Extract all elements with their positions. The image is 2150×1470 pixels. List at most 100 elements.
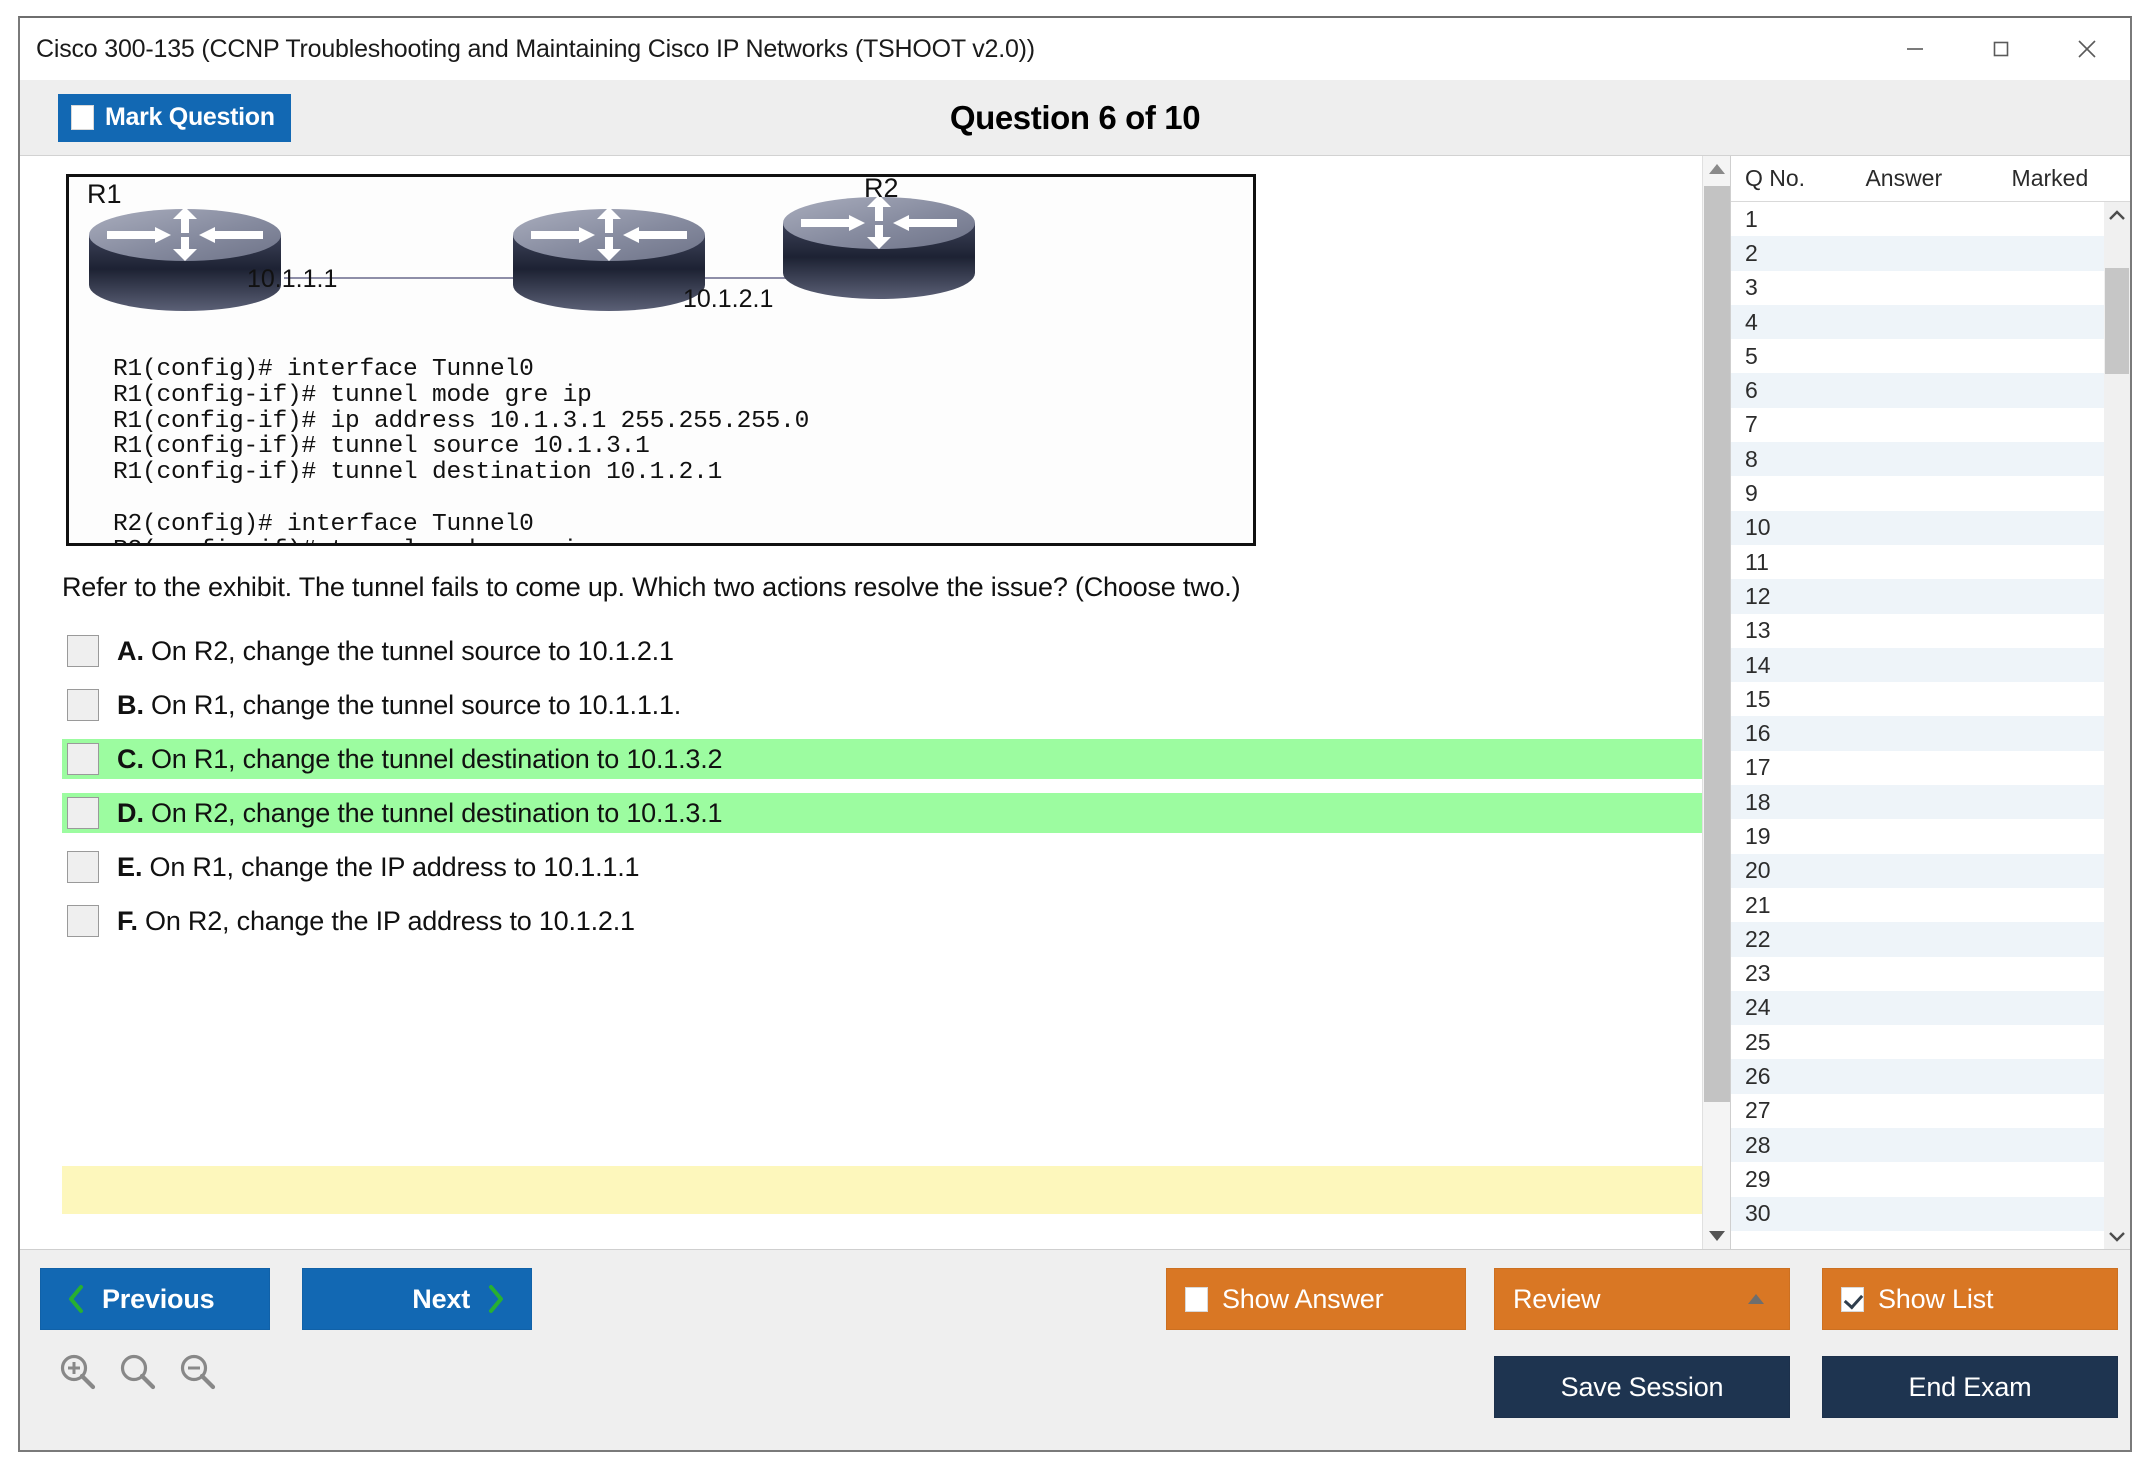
show-answer-checkbox[interactable] [1185, 1286, 1208, 1312]
config-r1-text: R1(config)# interface Tunnel0 R1(config-… [113, 356, 810, 487]
show-list-checkbox[interactable] [1841, 1286, 1864, 1312]
answer-option-text: On R1, change the tunnel source to 10.1.… [151, 689, 682, 720]
body-area: R1 R2 10.1.1.1 10.1.2.1 R1(config)# inte… [20, 156, 2130, 1250]
question-list-qno: 25 [1745, 1028, 1771, 1055]
answer-option-b[interactable]: B. On R1, change the tunnel source to 10.… [62, 685, 1702, 725]
list-scrollbar-thumb[interactable] [2105, 268, 2129, 374]
answer-option-checkbox[interactable] [67, 689, 99, 721]
zoom-reset-icon[interactable] [116, 1350, 160, 1399]
chevron-right-icon [486, 1284, 506, 1314]
config-r2-text: R2(config)# interface Tunnel0 R2(config-… [113, 510, 592, 543]
question-list-row[interactable]: 2 [1731, 236, 2104, 271]
router-r1-label: R1 [87, 179, 122, 209]
question-list-row[interactable]: 9 [1731, 476, 2104, 511]
answer-option-letter: C. [117, 743, 144, 774]
answer-option-checkbox[interactable] [67, 797, 99, 829]
question-list-row[interactable]: 12 [1731, 579, 2104, 614]
question-list-row[interactable]: 4 [1731, 304, 2104, 340]
minimize-button[interactable] [1872, 18, 1958, 80]
question-list-row[interactable]: 6 [1731, 373, 2104, 408]
interface-label-1: 10.1.1.1 [247, 265, 338, 293]
scroll-up-button[interactable] [1703, 156, 1731, 182]
question-list-row[interactable]: 15 [1731, 682, 2104, 717]
show-answer-button[interactable]: Show Answer [1166, 1268, 1466, 1330]
close-button[interactable] [2044, 18, 2130, 80]
list-scroll-down-button[interactable] [2103, 1223, 2130, 1249]
question-list-header: Q No. Answer Marked [1731, 156, 2130, 202]
scrollbar-track[interactable] [1703, 182, 1731, 1223]
exhibit-config-text: R1(config)# interface Tunnel0 R1(config-… [113, 356, 810, 543]
answer-option-checkbox[interactable] [67, 851, 99, 883]
question-list-row[interactable]: 14 [1731, 647, 2104, 683]
review-label: Review [1513, 1283, 1601, 1314]
question-list-row[interactable]: 13 [1731, 613, 2104, 648]
mark-question-button[interactable]: Mark Question [58, 93, 291, 142]
question-list-row[interactable]: 3 [1731, 270, 2104, 305]
question-list-qno: 20 [1745, 857, 1771, 884]
previous-button[interactable]: Previous [40, 1268, 270, 1330]
maximize-button[interactable] [1958, 18, 2044, 80]
question-list-row[interactable]: 10 [1731, 510, 2104, 545]
question-list-row[interactable]: 21 [1731, 887, 2104, 923]
answer-option-checkbox[interactable] [67, 635, 99, 667]
question-list-row[interactable]: 20 [1731, 853, 2104, 888]
answer-option-c[interactable]: C. On R1, change the tunnel destination t… [62, 739, 1702, 779]
question-list-row[interactable]: 27 [1731, 1093, 2104, 1129]
question-list-qno: 5 [1745, 342, 1758, 369]
question-list-qno: 24 [1745, 994, 1771, 1021]
mark-question-label: Mark Question [105, 103, 275, 131]
list-scroll-up-button[interactable] [2103, 202, 2130, 228]
scrollbar-thumb[interactable] [1703, 186, 1730, 1103]
question-list-row[interactable]: 24 [1731, 990, 2104, 1026]
question-list-row[interactable]: 19 [1731, 819, 2104, 854]
answer-option-text: On R2, change the tunnel destination to … [151, 797, 723, 828]
answer-option-e[interactable]: E. On R1, change the IP address to 10.1.1… [62, 847, 1702, 887]
question-list-row[interactable]: 17 [1731, 750, 2104, 786]
mark-question-checkbox[interactable] [71, 105, 94, 130]
question-list-row[interactable]: 5 [1731, 339, 2104, 374]
question-list-row[interactable]: 1 [1731, 202, 2104, 237]
show-list-button[interactable]: Show List [1822, 1268, 2118, 1330]
question-list-qno: 10 [1745, 514, 1771, 541]
question-list-row[interactable]: 22 [1731, 922, 2104, 957]
question-panel-scrollbar[interactable] [1702, 156, 1730, 1249]
question-list-scrollbar[interactable] [2104, 202, 2130, 1249]
question-list-row[interactable]: 23 [1731, 956, 2104, 991]
answer-option-d[interactable]: D. On R2, change the tunnel destination t… [62, 793, 1702, 833]
question-list-qno: 19 [1745, 822, 1771, 849]
zoom-out-icon[interactable] [176, 1350, 220, 1399]
list-scrollbar-track[interactable] [2104, 228, 2130, 1223]
chevron-left-icon [66, 1284, 86, 1314]
question-list-row[interactable]: 29 [1731, 1162, 2104, 1197]
question-list-qno: 17 [1745, 754, 1771, 781]
scroll-down-button[interactable] [1703, 1223, 1731, 1249]
answer-option-text: On R1, change the tunnel destination to … [151, 743, 723, 774]
question-list-row[interactable]: 26 [1731, 1059, 2104, 1094]
answer-option-a[interactable]: A. On R2, change the tunnel source to 10.… [62, 631, 1702, 671]
question-list-row[interactable]: 25 [1731, 1025, 2104, 1060]
next-button[interactable]: Next [302, 1268, 532, 1330]
question-list-qno: 21 [1745, 891, 1771, 918]
answer-option-checkbox[interactable] [67, 905, 99, 937]
answer-option-checkbox[interactable] [67, 743, 99, 775]
question-list-qno: 26 [1745, 1063, 1771, 1090]
review-button[interactable]: Review [1494, 1268, 1790, 1330]
question-list-row[interactable]: 30 [1731, 1196, 2104, 1231]
router-r2-label: R2 [864, 174, 899, 203]
question-list-row[interactable]: 11 [1731, 544, 2104, 580]
zoom-in-icon[interactable] [56, 1350, 100, 1399]
question-list-qno: 4 [1745, 308, 1758, 335]
answer-option-letter: A. [117, 635, 144, 666]
question-list-row[interactable]: 7 [1731, 407, 2104, 443]
end-exam-button[interactable]: End Exam [1822, 1356, 2118, 1418]
question-list-qno: 29 [1745, 1165, 1771, 1192]
question-list-qno: 18 [1745, 788, 1771, 815]
question-list-row[interactable]: 18 [1731, 785, 2104, 820]
question-list-qno: 3 [1745, 274, 1758, 301]
question-list-qno: 27 [1745, 1097, 1771, 1124]
answer-option-f[interactable]: F. On R2, change the IP address to 10.1.2… [62, 901, 1702, 941]
save-session-button[interactable]: Save Session [1494, 1356, 1790, 1418]
question-list-row[interactable]: 8 [1731, 442, 2104, 477]
question-list-row[interactable]: 16 [1731, 716, 2104, 751]
question-list-row[interactable]: 28 [1731, 1128, 2104, 1163]
